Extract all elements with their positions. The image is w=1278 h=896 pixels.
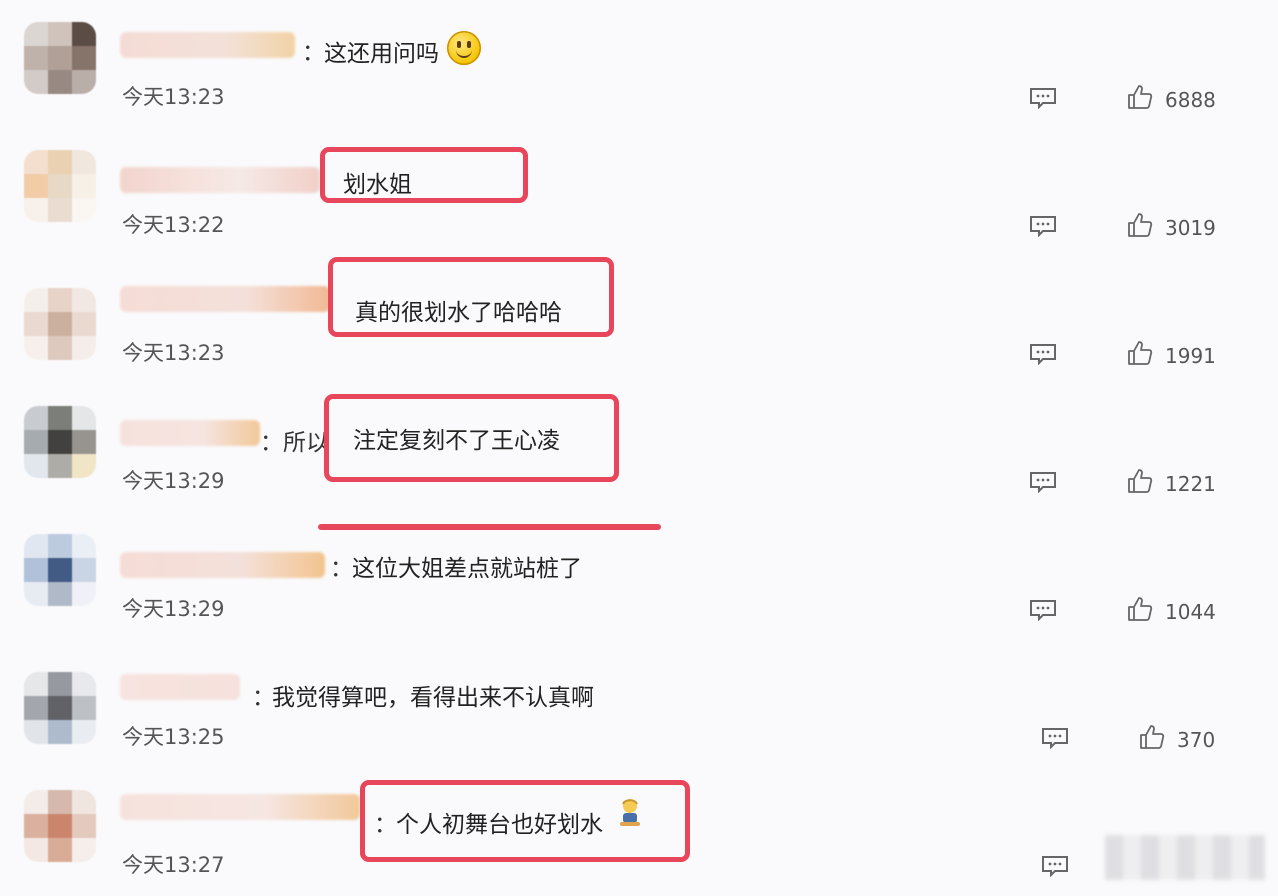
username-blurred[interactable] xyxy=(120,167,320,193)
comment-item: ： 我觉得算吧，看得出来不认真啊 今天13:25 370 xyxy=(0,640,1278,768)
comment-text: 注定复刻不了王心凌 xyxy=(353,428,560,454)
avatar[interactable] xyxy=(24,150,96,222)
comment-item: ： 这还用问吗 今天13:23 6888 xyxy=(0,0,1278,128)
comment-text: 真的很划水了哈哈哈 xyxy=(355,300,562,326)
comment-time: 今天13:23 xyxy=(122,341,225,365)
thumbs-up-icon[interactable] xyxy=(1127,84,1153,110)
avatar[interactable] xyxy=(24,288,96,360)
like-count: 6888 xyxy=(1165,88,1216,112)
reply-icon[interactable] xyxy=(1029,343,1057,365)
comment-colon: ： xyxy=(330,556,353,582)
thumbs-up-icon[interactable] xyxy=(1127,468,1153,494)
avatar[interactable] xyxy=(24,406,96,478)
watermark-blurred xyxy=(1105,835,1265,880)
username-blurred[interactable] xyxy=(120,674,240,700)
avatar[interactable] xyxy=(24,534,96,606)
comment-item: ：所以 注定复刻不了王心凌 今天13:29 1221 xyxy=(0,384,1278,512)
like-count: 1044 xyxy=(1165,600,1216,624)
thumbs-up-icon[interactable] xyxy=(1139,724,1165,750)
avatar[interactable] xyxy=(24,790,96,862)
like-count: 1221 xyxy=(1165,472,1216,496)
comment-time: 今天13:22 xyxy=(122,213,225,237)
comment-text: 这还用问吗 xyxy=(324,41,439,67)
username-blurred[interactable] xyxy=(120,794,360,820)
reply-icon[interactable] xyxy=(1029,599,1057,621)
comment-time: 今天13:25 xyxy=(122,725,225,749)
comment-prefix: ：所以 xyxy=(260,430,329,456)
comment-item: 真的很划水了哈哈哈 今天13:23 1991 xyxy=(0,256,1278,384)
comment-time: 今天13:27 xyxy=(122,853,225,877)
smiley-icon xyxy=(447,31,481,65)
reply-icon[interactable] xyxy=(1041,727,1069,749)
comment-colon: ： xyxy=(374,812,397,838)
avatar[interactable] xyxy=(24,672,96,744)
reply-icon[interactable] xyxy=(1029,471,1057,493)
comment-text: 我觉得算吧，看得出来不认真啊 xyxy=(272,685,594,711)
thumbs-up-icon[interactable] xyxy=(1127,212,1153,238)
comment-text: 划水姐 xyxy=(343,172,412,198)
comment-item: ： 个人初舞台也好划水 今天13:27 xyxy=(0,768,1278,896)
comment-text: 个人初舞台也好划水 xyxy=(396,812,603,838)
reply-icon[interactable] xyxy=(1029,87,1057,109)
username-blurred[interactable] xyxy=(120,420,260,446)
comment-time: 今天13:29 xyxy=(122,597,225,621)
comment-time: 今天13:29 xyxy=(122,469,225,493)
like-count: 370 xyxy=(1177,728,1216,752)
thumbs-up-icon[interactable] xyxy=(1127,596,1153,622)
reply-icon[interactable] xyxy=(1041,855,1069,877)
username-blurred[interactable] xyxy=(120,552,325,578)
thumbs-up-icon[interactable] xyxy=(1127,340,1153,366)
comment-colon: ： xyxy=(302,40,325,66)
comment-text: 这位大姐差点就站桩了 xyxy=(352,556,582,582)
username-blurred[interactable] xyxy=(120,32,295,58)
like-count: 3019 xyxy=(1165,216,1216,240)
person-emoji-icon xyxy=(620,799,640,826)
reply-icon[interactable] xyxy=(1029,215,1057,237)
comment-time: 今天13:23 xyxy=(122,85,225,109)
avatar[interactable] xyxy=(24,22,96,94)
comment-item: 划水姐 今天13:22 3019 xyxy=(0,128,1278,256)
like-count: 1991 xyxy=(1165,344,1216,368)
comment-item: ： 这位大姐差点就站桩了 今天13:29 1044 xyxy=(0,512,1278,640)
username-blurred[interactable] xyxy=(120,286,330,312)
